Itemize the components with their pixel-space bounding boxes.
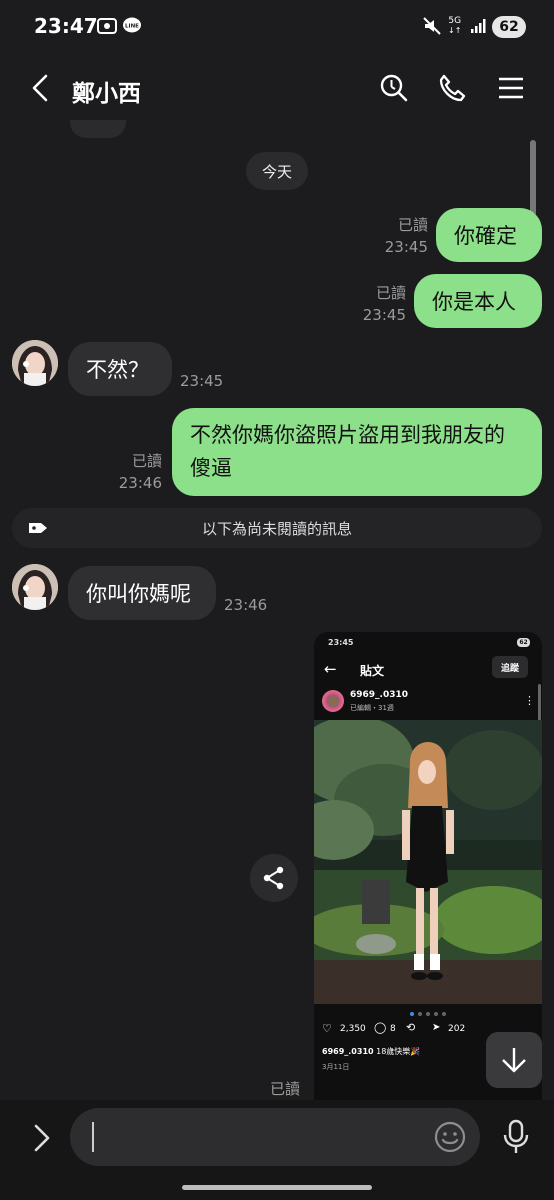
- screenshot-status-bar: 23:45 62: [314, 632, 542, 654]
- post-photo: [314, 720, 542, 1004]
- message-text: 你確定: [454, 224, 517, 248]
- call-button[interactable]: [430, 66, 474, 110]
- contact-avatar[interactable]: [12, 340, 58, 386]
- read-receipt: 已讀: [375, 284, 406, 302]
- heart-icon: ♡: [322, 1022, 332, 1035]
- repost-icon: ⟲: [406, 1021, 416, 1034]
- comment-icon: ◯: [374, 1021, 387, 1034]
- screenshot-more-icon: ⋮: [524, 694, 535, 707]
- voice-button[interactable]: [496, 1114, 536, 1160]
- read-receipt: 已讀: [131, 452, 162, 470]
- comments-count: 8: [390, 1024, 396, 1034]
- message-text: 你叫你媽呢: [86, 582, 191, 606]
- screenshot-user-avatar: [322, 690, 344, 712]
- menu-button[interactable]: [489, 66, 533, 110]
- status-time: 23:47: [34, 14, 98, 38]
- screenshot-back-icon: ←: [324, 660, 337, 678]
- date-separator: 今天: [246, 152, 308, 190]
- likes-count: 2,350: [340, 1024, 366, 1034]
- avatar-photo: [12, 340, 58, 386]
- home-indicator[interactable]: [182, 1185, 372, 1190]
- caption-text: 18歲快樂🎉: [376, 1047, 421, 1056]
- text-cursor: [92, 1122, 94, 1152]
- screenshot-username: 6969_.0310: [350, 690, 409, 700]
- message-text: 你是本人: [432, 290, 516, 314]
- message-meta: 已讀 23:46: [114, 450, 162, 494]
- search-icon: [380, 74, 408, 102]
- contact-name[interactable]: 鄭小西: [72, 74, 141, 108]
- screenshot-post-meta: 已編輯・31週: [350, 704, 394, 712]
- read-receipt: 已讀: [270, 1080, 301, 1098]
- menu-icon: [499, 77, 523, 99]
- line-app-icon: LINE: [122, 14, 142, 38]
- message-text-line: 傻逼: [190, 456, 232, 480]
- message-meta: 已讀 23:45: [358, 282, 406, 326]
- caption-username: 6969_.0310: [322, 1047, 374, 1056]
- signal-icon: [470, 14, 486, 38]
- chevron-right-icon: [34, 1124, 50, 1152]
- status-bar: 23:47 LINE 5G ↓↑ 62: [0, 0, 554, 56]
- read-receipt: 已讀: [397, 216, 428, 234]
- contact-avatar[interactable]: [12, 564, 58, 610]
- back-arrow-icon: [32, 74, 48, 102]
- screenshot-caption: 6969_.0310 18歲快樂🎉: [322, 1046, 420, 1057]
- battery-indicator: 62: [492, 16, 526, 38]
- message-time: 23:45: [180, 372, 224, 390]
- sent-message-bubble[interactable]: 不然你媽你盜照片盜用到我朋友的 傻逼: [172, 408, 542, 496]
- network-indicator: 5G ↓↑: [448, 16, 462, 35]
- emoji-icon[interactable]: [434, 1121, 466, 1153]
- previous-message-bubble: [70, 120, 126, 138]
- message-time: 23:46: [118, 474, 162, 492]
- sent-message-bubble[interactable]: 你是本人: [414, 274, 542, 328]
- message-time: 23:45: [384, 238, 428, 256]
- received-message-bubble[interactable]: 你叫你媽呢: [68, 566, 216, 620]
- arrow-down-icon: [502, 1048, 526, 1073]
- shares-count: 202: [448, 1024, 466, 1034]
- message-time: 23:46: [224, 596, 268, 614]
- image-message[interactable]: 23:45 62 ← 貼文 追蹤 6969_.0310 已編輯・31週 ⋮ ♡ …: [314, 632, 542, 1100]
- mute-icon: [422, 14, 442, 38]
- expand-menu-button[interactable]: [22, 1116, 62, 1160]
- back-button[interactable]: [18, 66, 62, 110]
- screenshot-battery: 62: [517, 638, 530, 647]
- carousel-dots: [410, 1012, 446, 1016]
- screenshot-time: 23:45: [328, 638, 354, 647]
- svg-text:LINE: LINE: [125, 24, 139, 30]
- share-icon: [263, 866, 284, 890]
- screenshot-icon: [96, 14, 118, 38]
- screenshot-title: 貼文: [360, 664, 385, 678]
- sent-message-bubble[interactable]: 你確定: [436, 208, 542, 262]
- tag-icon: [29, 523, 47, 533]
- message-text-line: 不然你媽你盜照片盜用到我朋友的: [190, 423, 505, 447]
- screenshot-follow-button: 追蹤: [492, 656, 528, 678]
- share-button[interactable]: [250, 854, 298, 902]
- microphone-icon: [503, 1119, 529, 1153]
- unread-divider-text: 以下為尚未閱讀的訊息: [201, 519, 352, 538]
- message-text: 不然？: [86, 358, 149, 382]
- unread-divider: 以下為尚未閱讀的訊息: [12, 508, 542, 548]
- screenshot-post-date: 3月11日: [322, 1063, 350, 1071]
- search-button[interactable]: [372, 66, 416, 110]
- message-time: 23:45: [362, 306, 406, 324]
- phone-icon: [439, 74, 466, 102]
- message-input[interactable]: [70, 1108, 480, 1166]
- send-icon: ➤: [432, 1022, 441, 1033]
- received-message-bubble[interactable]: 不然？: [68, 342, 172, 396]
- avatar-photo: [12, 564, 58, 610]
- chat-scrollbar[interactable]: [530, 140, 536, 216]
- message-meta: 已讀 23:45: [380, 214, 428, 258]
- scroll-to-bottom-button[interactable]: [486, 1032, 542, 1088]
